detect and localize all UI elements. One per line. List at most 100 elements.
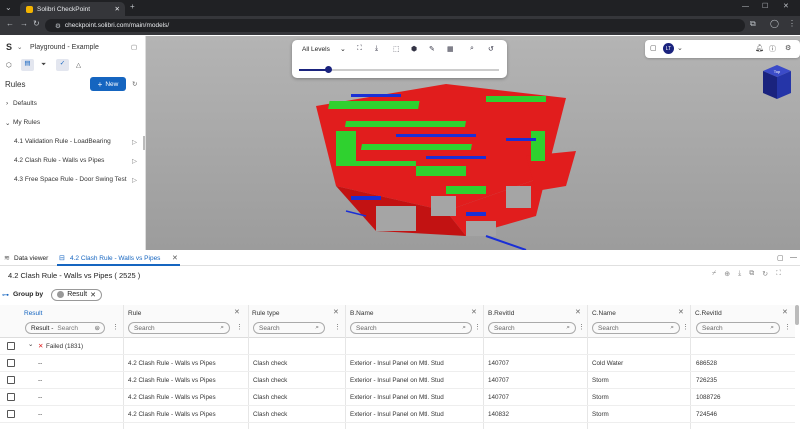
panel-layout-icon[interactable]: ▢ bbox=[131, 43, 137, 51]
column-menu-icon[interactable]: ⋮ bbox=[474, 323, 481, 331]
clear-filter-icon[interactable]: ⌿ bbox=[712, 270, 716, 280]
remove-column-icon[interactable]: ✕ bbox=[782, 308, 788, 316]
rule-type-search-input[interactable]: Search ⌕ bbox=[253, 322, 325, 334]
reload-icon[interactable]: ↻ bbox=[33, 19, 40, 28]
minimize-icon[interactable]: — bbox=[742, 3, 749, 10]
add-icon[interactable]: ⊕ bbox=[724, 270, 730, 280]
column-menu-icon[interactable]: ⋮ bbox=[578, 323, 585, 331]
level-select[interactable]: All Levels bbox=[302, 46, 330, 53]
b-name-search-input[interactable]: Search ⌕ bbox=[350, 322, 472, 334]
rule-item-4-2[interactable]: 4.2 Clash Rule - Walls vs Pipes ▷ bbox=[0, 155, 146, 166]
url-field[interactable]: ⚙ checkpoint.solibri.com/main/models/ bbox=[45, 19, 745, 32]
play-icon[interactable]: ▷ bbox=[132, 138, 137, 146]
layers-tab-icon[interactable]: ▤ bbox=[21, 59, 34, 71]
tab-clash-rule[interactable]: ⊟ 4.2 Clash Rule - Walls vs Pipes ✕ bbox=[57, 251, 180, 266]
panel-scrollbar[interactable] bbox=[143, 136, 145, 150]
zoom-icon[interactable]: ⌕ bbox=[470, 45, 474, 53]
restore-panel-icon[interactable]: ▢ bbox=[777, 254, 784, 262]
select-checkbox[interactable] bbox=[7, 359, 15, 367]
c-name-search-input[interactable]: Search ⌕ bbox=[592, 322, 680, 334]
table-row[interactable]: -- 4.2 Clash Rule - Walls vs Pipes Clash… bbox=[0, 406, 795, 423]
table-row[interactable]: -- 4.2 Clash Rule - Walls vs Pipes Clash… bbox=[0, 355, 795, 372]
rule-item-4-3[interactable]: 4.3 Free Space Rule - Door Swing Test ▷ bbox=[0, 174, 146, 185]
column-menu-icon[interactable]: ⋮ bbox=[682, 323, 689, 331]
remove-column-icon[interactable]: ✕ bbox=[575, 308, 581, 316]
result-filter-input[interactable]: Result - Search ⊜ bbox=[25, 322, 105, 334]
close-tab-icon[interactable]: ✕ bbox=[172, 254, 178, 262]
column-header-result[interactable]: Result bbox=[24, 307, 42, 320]
notifications-icon[interactable]: 🔔︎ bbox=[755, 44, 764, 52]
sidebar-toggle-icon[interactable]: ▢ bbox=[650, 44, 657, 52]
project-name[interactable]: Playground - Example bbox=[30, 44, 99, 51]
table-row[interactable]: -- 4.2 Clash Rule - Walls vs Pipes Clash… bbox=[0, 372, 795, 389]
select-checkbox[interactable] bbox=[7, 393, 15, 401]
close-window-icon[interactable]: ✕ bbox=[783, 2, 789, 10]
level-chevron-down-icon[interactable]: ⌄ bbox=[340, 45, 346, 53]
column-header-b-name[interactable]: B.Name bbox=[350, 307, 373, 320]
select-checkbox[interactable] bbox=[7, 342, 15, 350]
grid-icon[interactable]: ▦ bbox=[447, 45, 454, 53]
new-rule-button[interactable]: + New bbox=[90, 77, 126, 91]
extensions-icon[interactable]: ⧉ bbox=[750, 19, 756, 29]
remove-column-icon[interactable]: ✕ bbox=[333, 308, 339, 316]
select-checkbox[interactable] bbox=[7, 376, 15, 384]
filter-tab-icon[interactable]: ⏷ bbox=[41, 61, 46, 69]
settings-icon[interactable]: ⚙ bbox=[785, 44, 791, 52]
browser-tab[interactable]: Solibri CheckPoint ✕ bbox=[20, 2, 125, 16]
maximize-icon[interactable]: ☐ bbox=[762, 2, 768, 10]
table-scrollbar[interactable] bbox=[795, 305, 799, 325]
refresh-rules-icon[interactable]: ↻ bbox=[132, 80, 137, 88]
undo-view-icon[interactable]: ↺ bbox=[488, 45, 494, 53]
close-tab-icon[interactable]: ✕ bbox=[115, 5, 120, 13]
issues-tab-icon[interactable]: △ bbox=[76, 61, 81, 69]
play-icon[interactable]: ▷ bbox=[132, 176, 137, 184]
group-defaults[interactable]: › Defaults bbox=[0, 98, 146, 109]
column-menu-icon[interactable]: ⋮ bbox=[784, 323, 791, 331]
forward-icon[interactable]: → bbox=[20, 19, 28, 28]
download-icon[interactable]: ⤓ bbox=[375, 45, 378, 53]
help-icon[interactable]: ⓘ bbox=[769, 44, 776, 54]
minimize-panel-icon[interactable]: — bbox=[790, 254, 797, 261]
level-slider-handle[interactable] bbox=[325, 66, 332, 73]
column-menu-icon[interactable]: ⋮ bbox=[334, 323, 341, 331]
group-chip[interactable]: Result ✕ bbox=[51, 288, 102, 301]
play-icon[interactable]: ▷ bbox=[132, 157, 137, 165]
new-tab-icon[interactable]: + bbox=[130, 2, 135, 11]
measure-icon[interactable]: ✎ bbox=[429, 45, 435, 53]
tab-search-icon[interactable]: ⌄ bbox=[5, 3, 12, 12]
map-icon[interactable]: ⛶ bbox=[357, 45, 362, 53]
c-revitid-search-input[interactable]: Search ⌕ bbox=[696, 322, 780, 334]
models-tab-icon[interactable]: ⬡ bbox=[6, 61, 12, 69]
remove-chip-icon[interactable]: ✕ bbox=[90, 291, 96, 299]
column-header-rule[interactable]: Rule bbox=[128, 307, 141, 320]
navigation-cube[interactable]: Top bbox=[761, 63, 793, 101]
column-menu-icon[interactable]: ⋮ bbox=[112, 323, 119, 331]
back-icon[interactable]: ← bbox=[6, 19, 14, 28]
group-row-failed[interactable]: ⌄ ✕ Failed (1831) bbox=[0, 338, 795, 355]
rule-item-4-1[interactable]: 4.1 Validation Rule - LoadBearing ▷ bbox=[0, 136, 146, 147]
table-row[interactable]: -- 4.2 Clash Rule - Walls vs Pipes Clash… bbox=[0, 389, 795, 406]
rule-search-input[interactable]: Search ⌕ bbox=[128, 322, 230, 334]
remove-column-icon[interactable]: ✕ bbox=[471, 308, 477, 316]
cube-view-icon[interactable]: ⬢ bbox=[411, 45, 417, 53]
checking-tab-icon[interactable]: ✓ bbox=[56, 59, 69, 71]
site-info-icon[interactable]: ⚙ bbox=[55, 22, 61, 30]
project-dropdown-icon[interactable]: ⌄ bbox=[17, 43, 22, 51]
remove-column-icon[interactable]: ✕ bbox=[678, 308, 684, 316]
remove-column-icon[interactable]: ✕ bbox=[234, 308, 240, 316]
export-icon[interactable]: ⤓ bbox=[738, 270, 741, 280]
profile-icon[interactable]: ◯ bbox=[770, 19, 779, 28]
avatar[interactable]: LT bbox=[663, 43, 674, 54]
group-my-rules[interactable]: ⌄ My Rules bbox=[0, 117, 146, 128]
chrome-menu-icon[interactable]: ⋮ bbox=[788, 19, 796, 28]
copy-icon[interactable]: ⧉ bbox=[749, 270, 754, 280]
column-menu-icon[interactable]: ⋮ bbox=[236, 323, 243, 331]
section-box-icon[interactable]: ⬚ bbox=[393, 45, 400, 53]
select-checkbox[interactable] bbox=[7, 410, 15, 418]
chevron-down-icon[interactable]: ⌄ bbox=[28, 341, 33, 348]
avatar-chevron-down-icon[interactable]: ⌄ bbox=[677, 44, 683, 52]
column-header-c-revitid[interactable]: C.RevitId bbox=[695, 307, 722, 320]
b-revitid-search-input[interactable]: Search ⌕ bbox=[488, 322, 576, 334]
tab-data-viewer[interactable]: Data viewer bbox=[14, 255, 48, 262]
refresh-icon[interactable]: ↻ bbox=[762, 270, 768, 280]
